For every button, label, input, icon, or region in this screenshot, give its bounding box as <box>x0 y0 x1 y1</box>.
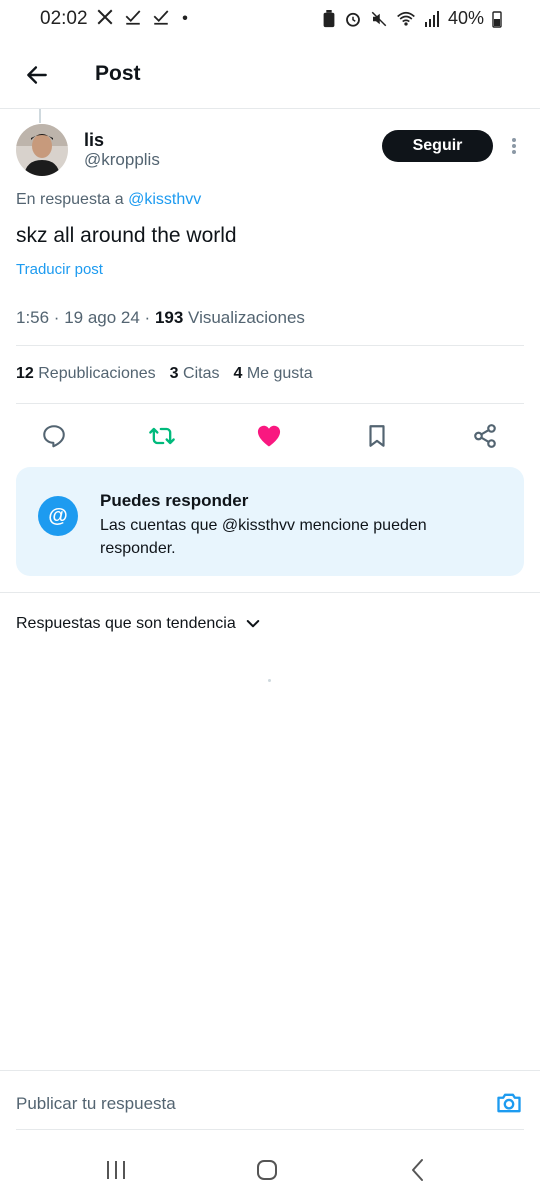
signal-icon <box>424 10 439 27</box>
replies-sort-dropdown[interactable]: Respuestas que son tendencia <box>16 615 262 633</box>
reply-prefix: En respuesta a <box>16 191 124 208</box>
top-header: Post <box>0 40 540 109</box>
loading-indicator <box>268 679 271 682</box>
post-action-bar <box>0 418 540 454</box>
x-logo-icon <box>97 9 113 25</box>
reply-input[interactable] <box>16 1084 476 1124</box>
battery-icon <box>492 10 502 28</box>
reply-context: En respuesta a @kissthvv <box>16 191 201 209</box>
status-system-icons: 40% <box>322 8 502 29</box>
views-label: Visualizaciones <box>188 308 305 327</box>
bookmark-icon <box>369 425 385 447</box>
reply-to-link[interactable]: @kissthvv <box>128 191 201 208</box>
card-text: Las cuentas que @kissthvv mencione puede… <box>100 517 427 557</box>
share-icon <box>474 424 496 448</box>
post-stats: 12 Republicaciones 3 Citas 4 Me gusta <box>16 365 313 383</box>
recent-apps-icon <box>107 1161 125 1179</box>
back-nav-button[interactable] <box>398 1150 438 1190</box>
alarm-icon <box>346 12 360 27</box>
likes-stat[interactable]: 4 Me gusta <box>233 365 312 383</box>
more-dot <box>512 150 516 154</box>
author-display-name[interactable]: lis <box>84 130 104 151</box>
avatar[interactable] <box>16 124 68 176</box>
arrow-left-icon <box>27 66 47 84</box>
divider <box>16 403 524 404</box>
divider <box>16 1129 524 1130</box>
replies-sort-label: Respuestas que son tendencia <box>16 615 236 632</box>
divider <box>16 345 524 346</box>
home-button[interactable] <box>247 1150 287 1190</box>
home-icon <box>257 1160 277 1180</box>
camera-button[interactable] <box>494 1088 524 1118</box>
camera-icon <box>497 1093 521 1113</box>
divider <box>0 592 540 593</box>
check-icon <box>153 10 169 25</box>
more-dot <box>512 138 516 142</box>
like-button[interactable] <box>251 418 287 454</box>
quotes-label: Citas <box>183 365 220 382</box>
translate-post-link[interactable]: Traducir post <box>16 261 103 278</box>
back-icon <box>412 1159 423 1181</box>
card-title: Puedes responder <box>100 491 249 510</box>
reply-button[interactable] <box>36 418 72 454</box>
status-bar: 02:02 40% <box>0 0 540 40</box>
reposts-count: 12 <box>16 365 34 382</box>
bookmark-button[interactable] <box>359 418 395 454</box>
likes-count: 4 <box>233 365 243 382</box>
avatar-image <box>16 124 68 176</box>
reposts-label: Republicaciones <box>38 365 156 382</box>
quotes-count: 3 <box>169 365 179 382</box>
share-button[interactable] <box>467 418 503 454</box>
views-count: 193 <box>154 308 184 327</box>
thread-connector-line <box>39 109 41 123</box>
wifi-icon <box>397 11 415 26</box>
reply-restriction-card: @ Puedes responder Las cuentas que @kiss… <box>16 467 524 576</box>
check-icon <box>125 10 141 25</box>
quotes-stat[interactable]: 3 Citas <box>170 365 220 383</box>
dot-icon <box>182 15 188 20</box>
status-time: 02:02 <box>40 8 88 29</box>
repost-button[interactable] <box>144 418 180 454</box>
page-title: Post <box>95 62 141 85</box>
more-dot <box>512 144 516 148</box>
reply-icon <box>43 425 65 448</box>
recent-apps-button[interactable] <box>96 1150 136 1190</box>
battery-saver-icon <box>323 9 335 27</box>
follow-button[interactable]: Seguir <box>382 130 493 162</box>
like-icon <box>257 425 281 447</box>
system-navigation-bar <box>0 1150 540 1190</box>
post-timestamp[interactable]: 1:56 · 19 ago 24 · <box>16 308 155 327</box>
more-options-button[interactable] <box>504 134 524 158</box>
repost-icon <box>149 427 175 445</box>
chevron-down-icon <box>246 620 259 628</box>
post-text: skz all around the world <box>16 224 237 247</box>
post-metadata: 1:56 · 19 ago 24 · 193 Visualizaciones <box>16 308 305 328</box>
author-handle[interactable]: @kropplis <box>84 150 160 170</box>
reposts-stat[interactable]: 12 Republicaciones <box>16 365 156 383</box>
likes-label: Me gusta <box>246 365 313 382</box>
back-button[interactable] <box>20 58 54 92</box>
mute-icon <box>371 11 387 26</box>
status-notification-icons <box>96 8 190 26</box>
at-sign-icon: @ <box>38 496 78 536</box>
battery-percent: 40% <box>447 8 484 28</box>
divider <box>0 1070 540 1071</box>
